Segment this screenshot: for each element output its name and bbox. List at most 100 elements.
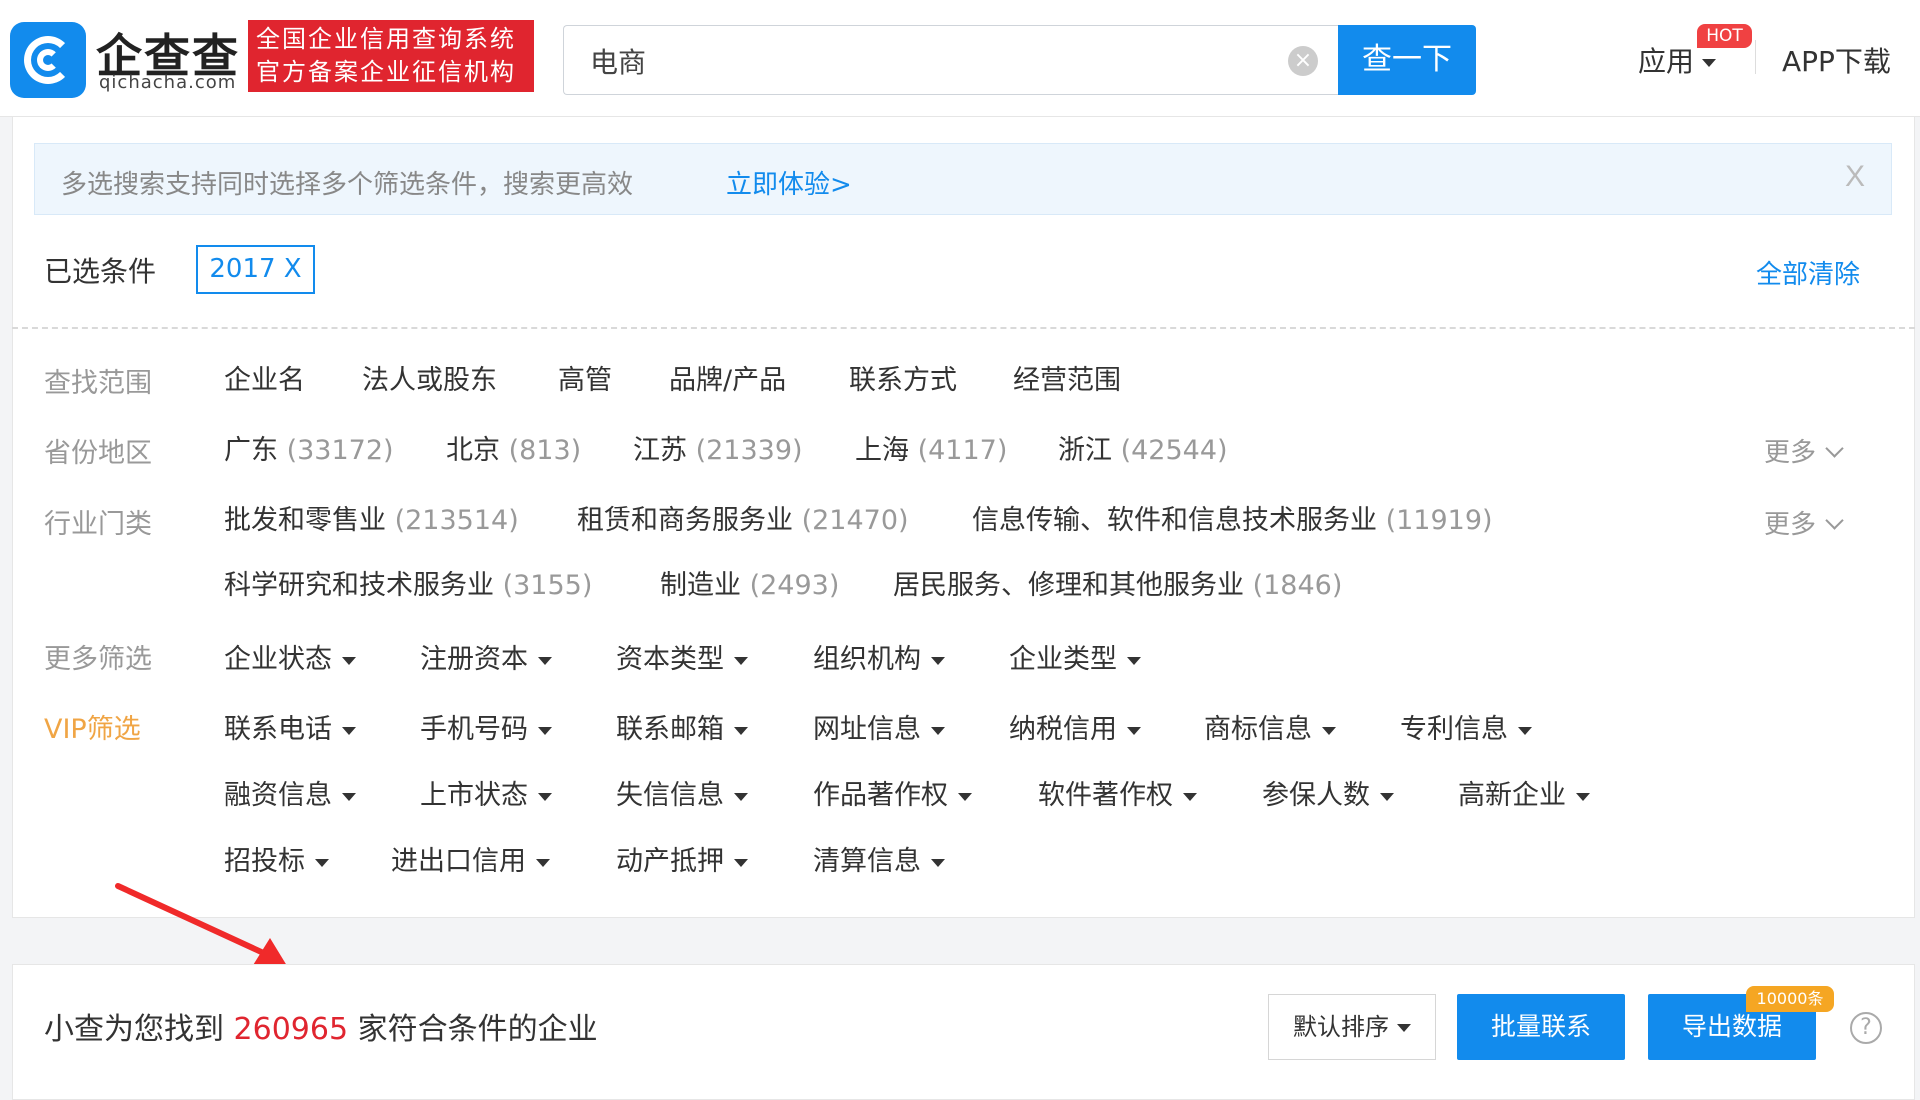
scope-option[interactable]: 企业名 [224, 358, 305, 397]
caret-down-icon [1397, 1024, 1411, 1032]
more-filter-dropdown[interactable]: 企业类型 [1009, 637, 1141, 676]
vip-filter-dropdown[interactable]: 进出口信用 [391, 839, 550, 878]
filter-label-more: 更多筛选 [44, 644, 152, 675]
dropdown-label: 失信信息 [616, 780, 724, 811]
more-filter-dropdown[interactable]: 企业状态 [224, 637, 356, 676]
option-count: (21470) [801, 505, 909, 536]
dropdown-label: 参保人数 [1262, 780, 1370, 811]
scope-option[interactable]: 高管 [558, 358, 612, 397]
filter-label-scope: 查找范围 [44, 368, 152, 399]
option-name: 制造业 [660, 570, 741, 601]
province-option[interactable]: 北京 (813) [446, 428, 581, 467]
vip-filter-dropdown[interactable]: 参保人数 [1262, 773, 1394, 812]
province-option[interactable]: 广东 (33172) [224, 428, 394, 467]
scope-option[interactable]: 经营范围 [1013, 358, 1121, 397]
bulk-contact-button[interactable]: 批量联系 [1457, 994, 1625, 1060]
industry-option[interactable]: 科学研究和技术服务业 (3155) [224, 563, 592, 602]
caret-down-icon [734, 656, 748, 665]
caret-down-icon [538, 792, 552, 801]
search-button[interactable]: 查一下 [1338, 25, 1476, 95]
caret-down-icon [931, 726, 945, 735]
province-option[interactable]: 江苏 (21339) [633, 428, 803, 467]
option-count: (21339) [695, 435, 803, 466]
vip-filter-dropdown[interactable]: 融资信息 [224, 773, 356, 812]
option-count: (11919) [1385, 505, 1493, 536]
caret-down-icon [315, 858, 329, 867]
logo-domain: qichacha.com [99, 72, 237, 93]
vip-filter-dropdown[interactable]: 作品著作权 [813, 773, 972, 812]
selected-tag-2017[interactable]: 2017 X [196, 245, 315, 294]
clear-all-link[interactable]: 全部清除 [1756, 254, 1860, 291]
vip-filter-dropdown[interactable]: 商标信息 [1204, 707, 1336, 746]
search-input[interactable] [590, 44, 1230, 77]
dropdown-label: 企业状态 [224, 644, 332, 675]
vip-filter-dropdown[interactable]: 上市状态 [420, 773, 552, 812]
dropdown-label: 融资信息 [224, 780, 332, 811]
tip-text: 多选搜索支持同时选择多个筛选条件，搜索更高效 [61, 170, 634, 200]
clear-search-icon[interactable]: × [1288, 46, 1318, 76]
dropdown-label: 联系邮箱 [616, 714, 724, 745]
sort-dropdown[interactable]: 默认排序 [1268, 994, 1436, 1060]
option-name: 广东 [224, 435, 278, 466]
industry-option[interactable]: 居民服务、修理和其他服务业 (1846) [893, 563, 1342, 602]
dropdown-label: 专利信息 [1400, 714, 1508, 745]
scope-option[interactable]: 联系方式 [849, 358, 957, 397]
result-summary: 小查为您找到 260965 家符合条件的企业 [44, 1004, 598, 1048]
vip-filter-dropdown[interactable]: 纳税信用 [1009, 707, 1141, 746]
industry-option[interactable]: 批发和零售业 (213514) [224, 498, 519, 537]
caret-down-icon [538, 726, 552, 735]
vip-filter-dropdown[interactable]: 动产抵押 [616, 839, 748, 878]
dropdown-label: 注册资本 [420, 644, 528, 675]
result-prefix: 小查为您找到 [44, 1012, 234, 1047]
industry-more-button[interactable]: 更多 [1764, 504, 1844, 541]
dropdown-label: 手机号码 [420, 714, 528, 745]
search-box: × [563, 25, 1338, 95]
vip-filter-dropdown[interactable]: 清算信息 [813, 839, 945, 878]
help-icon[interactable]: ? [1850, 1012, 1882, 1044]
vip-filter-dropdown[interactable]: 失信信息 [616, 773, 748, 812]
vip-filter-dropdown[interactable]: 联系邮箱 [616, 707, 748, 746]
option-name: 信息传输、软件和信息技术服务业 [972, 505, 1377, 536]
dropdown-label: 企业类型 [1009, 644, 1117, 675]
caret-down-icon [342, 656, 356, 665]
tip-close-icon[interactable]: X [1845, 160, 1865, 194]
industry-option[interactable]: 租赁和商务服务业 (21470) [577, 498, 909, 537]
vip-filter-dropdown[interactable]: 网址信息 [813, 707, 945, 746]
more-filter-dropdown[interactable]: 组织机构 [813, 637, 945, 676]
vip-filter-dropdown[interactable]: 软件著作权 [1038, 773, 1197, 812]
option-name: 科学研究和技术服务业 [224, 570, 494, 601]
option-count: (4117) [917, 435, 1008, 466]
caret-down-icon [538, 656, 552, 665]
dropdown-label: 网址信息 [813, 714, 921, 745]
option-name: 批发和零售业 [224, 505, 386, 536]
caret-down-icon [734, 726, 748, 735]
province-more-button[interactable]: 更多 [1764, 432, 1844, 469]
vip-filter-dropdown[interactable]: 联系电话 [224, 707, 356, 746]
option-name: 上海 [855, 435, 909, 466]
province-option[interactable]: 上海 (4117) [855, 428, 1007, 467]
dropdown-label: 联系电话 [224, 714, 332, 745]
industry-option[interactable]: 制造业 (2493) [660, 563, 839, 602]
option-count: (3155) [502, 570, 593, 601]
vip-filter-dropdown[interactable]: 专利信息 [1400, 707, 1532, 746]
vip-filter-dropdown[interactable]: 高新企业 [1458, 773, 1590, 812]
more-filter-dropdown[interactable]: 资本类型 [616, 637, 748, 676]
qichacha-logo-icon[interactable] [10, 22, 86, 98]
slogan-line-2: 官方备案企业征信机构 [256, 58, 516, 86]
tip-try-link[interactable]: 立即体验> [726, 164, 852, 201]
scope-option[interactable]: 法人或股东 [362, 358, 497, 397]
vip-filter-dropdown[interactable]: 手机号码 [420, 707, 552, 746]
dashed-divider [12, 327, 1915, 329]
filter-label-industry: 行业门类 [44, 509, 152, 540]
caret-down-icon [734, 858, 748, 867]
export-limit-badge: 10000条 [1746, 986, 1834, 1012]
hot-badge: HOT [1697, 24, 1752, 48]
more-label: 更多 [1764, 510, 1817, 540]
dropdown-label: 软件著作权 [1038, 780, 1173, 811]
industry-option[interactable]: 信息传输、软件和信息技术服务业 (11919) [972, 498, 1493, 537]
nav-app-download[interactable]: APP下载 [1782, 40, 1891, 80]
more-filter-dropdown[interactable]: 注册资本 [420, 637, 552, 676]
province-option[interactable]: 浙江 (42544) [1058, 428, 1228, 467]
scope-option[interactable]: 品牌/产品 [669, 358, 786, 397]
option-name: 浙江 [1058, 435, 1112, 466]
